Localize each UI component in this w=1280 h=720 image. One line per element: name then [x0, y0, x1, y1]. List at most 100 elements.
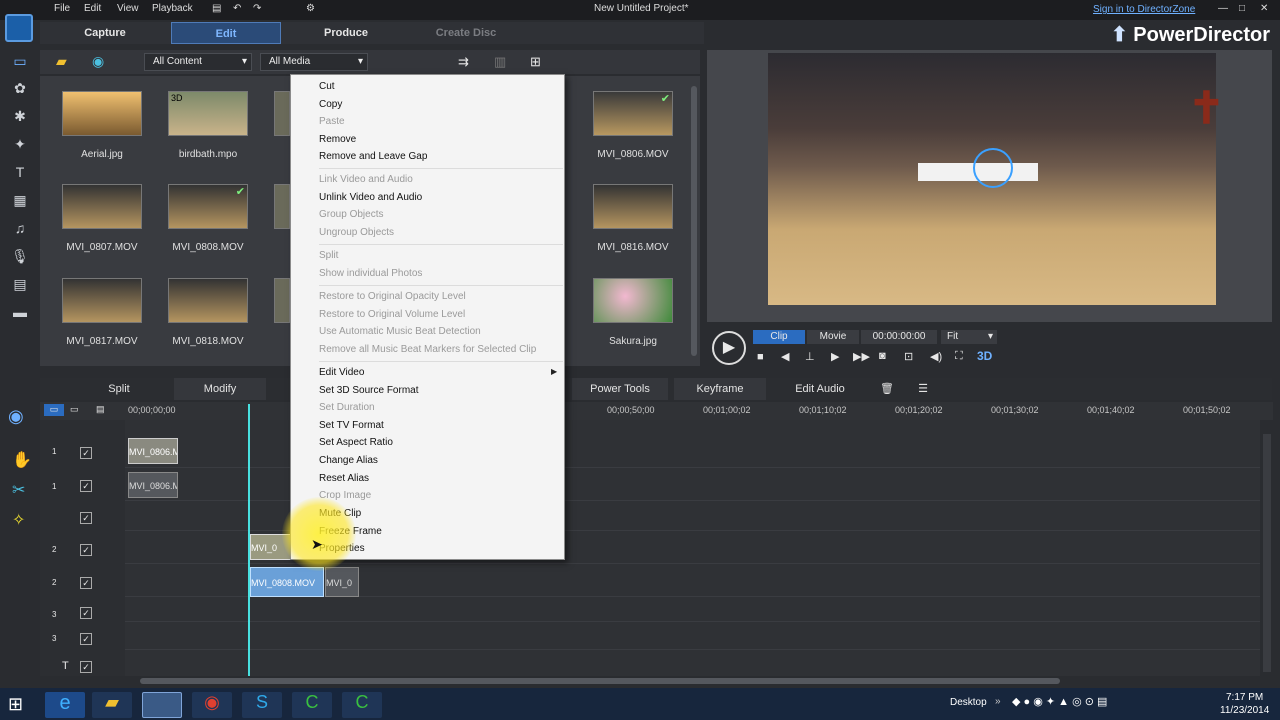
voiceover-room-icon[interactable]: 🎙 [9, 248, 31, 266]
undo-icon[interactable]: ↶ [233, 3, 241, 14]
split-button[interactable]: Split [80, 378, 158, 400]
menu-item-cut[interactable]: Cut [319, 81, 335, 92]
playhead[interactable] [248, 404, 250, 676]
modify-button[interactable]: Modify [174, 378, 266, 400]
powerdirector-taskbar-icon[interactable] [142, 692, 182, 718]
media-thumb-mvi0816[interactable] [593, 184, 673, 229]
media-room-icon[interactable]: ▭ [9, 53, 31, 71]
camtasia-recorder-icon[interactable]: C [342, 692, 382, 718]
clock-time[interactable]: 7:17 PM [1226, 692, 1263, 703]
media-thumb-mvi0817[interactable] [62, 278, 142, 323]
menu-item-unlink-av[interactable]: Unlink Video and Audio [319, 192, 422, 203]
grid-view-icon[interactable]: ⊞ [530, 54, 541, 70]
ie-icon[interactable]: e [45, 692, 85, 718]
timeline-vscroll[interactable] [1263, 434, 1271, 672]
minimize-button[interactable]: — [1218, 3, 1228, 14]
more-icon[interactable]: ☰ [912, 378, 934, 400]
menu-item-change-alias[interactable]: Change Alias [319, 455, 378, 466]
wand-icon[interactable]: ✧ [12, 510, 25, 530]
media-thumb-mvi0818[interactable] [168, 278, 248, 323]
settings-icon[interactable]: ⚙ [306, 3, 315, 14]
title-room-icon[interactable]: T [9, 164, 31, 182]
media-thumb-hidden[interactable] [274, 278, 290, 323]
power-tools-button[interactable]: Power Tools [572, 378, 668, 400]
track-enable-checkbox[interactable]: ✓ [80, 633, 92, 645]
snapshot-icon[interactable]: ◙ [879, 350, 886, 362]
track-enable-checkbox[interactable]: ✓ [80, 544, 92, 556]
timeline-mode-icon[interactable]: ◉ [8, 406, 24, 427]
media-thumb-birdbath[interactable]: 3D [168, 91, 248, 136]
stop-icon[interactable]: ■ [757, 351, 764, 363]
transition-room-icon[interactable]: ▦ [9, 192, 31, 210]
edit-audio-button[interactable]: Edit Audio [774, 378, 866, 400]
fullscreen-icon[interactable]: ⛶ [955, 350, 963, 363]
menu-view[interactable]: View [117, 3, 139, 14]
media-scrollbar[interactable] [691, 86, 697, 356]
menu-item-copy[interactable]: Copy [319, 99, 342, 110]
start-icon[interactable]: ⊞ [8, 694, 30, 716]
track-enable-checkbox[interactable]: ✓ [80, 607, 92, 619]
media-filter-dropdown[interactable]: All Media ▾ [260, 53, 368, 71]
hand-tool-icon[interactable]: ✋ [12, 450, 32, 470]
menu-item-remove[interactable]: Remove [319, 134, 356, 145]
track-enable-checkbox[interactable]: ✓ [80, 447, 92, 459]
particle-room-icon[interactable]: ✦ [9, 136, 31, 154]
close-button[interactable]: ✕ [1260, 3, 1268, 14]
3d-depth-target-icon[interactable] [973, 148, 1013, 188]
media-thumb-hidden[interactable] [274, 184, 290, 229]
menu-item-tv-format[interactable]: Set TV Format [319, 420, 384, 431]
timeline-hscroll[interactable] [125, 676, 1260, 686]
tray-expand-icon[interactable]: » [995, 696, 1001, 707]
zoom-fit-dropdown[interactable]: Fit ▾ [941, 330, 997, 344]
timeline-view-icon[interactable]: ▭ [44, 404, 64, 416]
split-icon[interactable]: ⊥ [805, 350, 815, 363]
subtitle-room-icon[interactable]: ▬ [9, 304, 31, 322]
media-thumb-hidden[interactable] [274, 91, 290, 136]
trash-icon[interactable]: 🗑 [876, 378, 898, 400]
maximize-button[interactable]: □ [1239, 3, 1245, 14]
volume-icon[interactable]: ◀) [930, 350, 942, 363]
menu-item-aspect-ratio[interactable]: Set Aspect Ratio [319, 437, 393, 448]
timecode-display[interactable]: 00:00:00:00 [861, 330, 937, 344]
timeline-audio-clip[interactable]: MVI_0806.M [128, 472, 178, 498]
keyframe-button[interactable]: Keyframe [674, 378, 766, 400]
tray-icons[interactable]: ◆ ● ◉ ✦ ▲ ◎ ⊙ ▤ [1012, 695, 1107, 708]
tab-create-disc[interactable]: Create Disc [411, 22, 521, 44]
scroll-thumb[interactable] [140, 678, 1060, 684]
chapter-room-icon[interactable]: ▤ [9, 276, 31, 294]
storyboard-view-icon[interactable]: ▭ [70, 404, 79, 415]
track-manager-icon[interactable]: ▤ [96, 404, 105, 415]
play-button[interactable]: ▶ [712, 331, 746, 365]
redo-icon[interactable]: ↷ [253, 3, 261, 14]
prev-frame-icon[interactable]: ◀ [781, 350, 789, 363]
timeline-clip[interactable]: MVI_0806.M [128, 438, 178, 464]
menu-item-edit-video[interactable]: Edit Video [319, 367, 364, 378]
tab-edit[interactable]: Edit [171, 22, 281, 44]
camtasia-icon[interactable]: C [292, 692, 332, 718]
track-enable-checkbox[interactable]: ✓ [80, 577, 92, 589]
menu-playback[interactable]: Playback [152, 3, 193, 14]
import-folder-icon[interactable]: ▰ [56, 53, 67, 70]
timeline-audio-clip-selected[interactable]: MVI_0808.MOV [250, 567, 324, 597]
media-thumb-mvi0806[interactable]: ✔ [593, 91, 673, 136]
media-thumb-mvi0808[interactable]: ✔ [168, 184, 248, 229]
chrome-icon[interactable]: ◉ [192, 692, 232, 718]
add-to-timeline-icon[interactable]: ⇉ [458, 54, 469, 70]
clock-date[interactable]: 11/23/2014 [1220, 705, 1269, 716]
skype-icon[interactable]: S [242, 692, 282, 718]
tab-movie[interactable]: Movie [807, 330, 859, 344]
desktop-toolbar[interactable]: Desktop [950, 697, 987, 708]
magic-tool-icon[interactable]: ✂ [12, 480, 25, 500]
audio-room-icon[interactable]: ♫ [9, 220, 31, 238]
tab-clip[interactable]: Clip [753, 330, 805, 344]
media-thumb-mvi0807[interactable] [62, 184, 142, 229]
preview-video[interactable]: ✝ [768, 53, 1225, 305]
undock-icon[interactable]: ⊡ [904, 350, 913, 363]
menu-item-reset-alias[interactable]: Reset Alias [319, 473, 369, 484]
download-icon[interactable]: ◉ [92, 53, 104, 70]
signin-link[interactable]: Sign in to DirectorZone [1093, 4, 1195, 15]
menu-item-3d-source[interactable]: Set 3D Source Format [319, 385, 418, 396]
media-thumb-sakura[interactable] [593, 278, 673, 323]
menu-item-remove-leave-gap[interactable]: Remove and Leave Gap [319, 151, 427, 162]
tab-produce[interactable]: Produce [291, 22, 401, 44]
